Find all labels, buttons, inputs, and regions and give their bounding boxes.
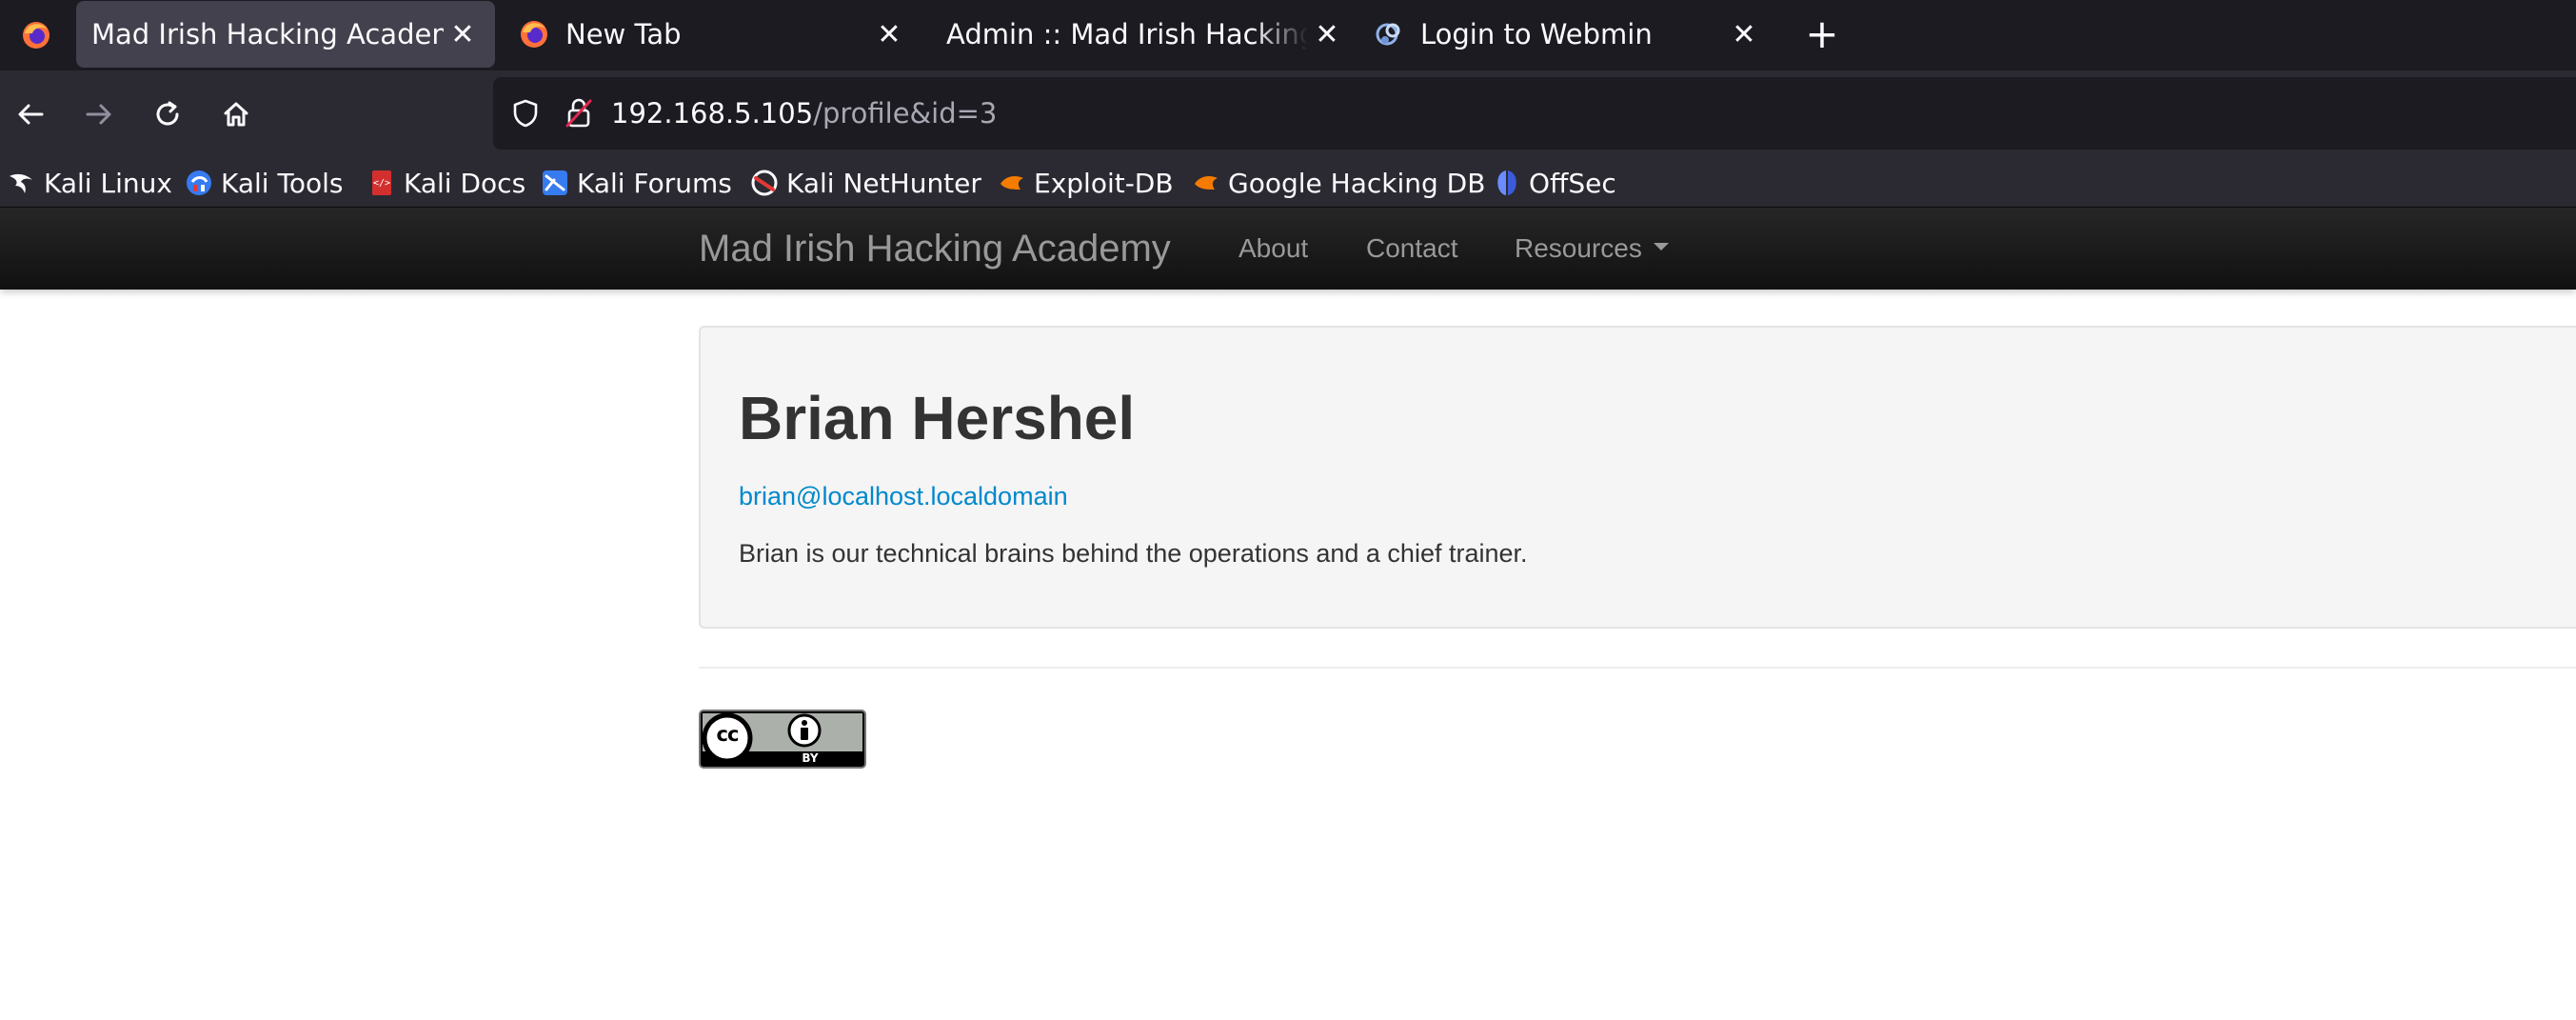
nethunter-icon bbox=[750, 169, 779, 197]
cc-by-license-badge[interactable]: cc BY bbox=[699, 710, 866, 769]
nav-dropdown-label: Resources bbox=[1515, 233, 1642, 263]
site-brand-link[interactable]: Mad Irish Hacking Academy bbox=[699, 208, 1171, 290]
tab-login-to-webmin[interactable]: Login to Webmin ✕ bbox=[1373, 0, 1773, 69]
nav-link-about[interactable]: About bbox=[1238, 208, 1308, 290]
webmin-icon bbox=[1373, 18, 1405, 50]
bookmark-label: Kali Forums bbox=[577, 167, 732, 199]
tab-title: Mad Irish Hacking Academy bbox=[91, 18, 444, 50]
url-path: /profile&id=3 bbox=[813, 97, 998, 130]
tab-title: Admin :: Mad Irish Hacking Academy bbox=[946, 18, 1308, 50]
home-icon[interactable] bbox=[213, 91, 259, 137]
close-tab-icon[interactable]: ✕ bbox=[870, 15, 908, 53]
profile-email-link[interactable]: brian@localhost.localdomain bbox=[739, 482, 1068, 511]
navigation-toolbar: 192.168.5.105/profile&id=3 bbox=[0, 70, 2576, 158]
kali-docs-icon: </> bbox=[367, 169, 396, 197]
tab-admin[interactable]: Admin :: Mad Irish Hacking Academy ✕ bbox=[946, 0, 1346, 69]
firefox-icon bbox=[518, 18, 550, 50]
tab-mad-irish-hacking-academy[interactable]: Mad Irish Hacking Academy ✕ bbox=[76, 1, 495, 68]
close-tab-icon[interactable]: ✕ bbox=[1308, 15, 1346, 53]
bookmark-label: Exploit-DB bbox=[1034, 167, 1174, 199]
cc-badge-cc-text: cc bbox=[716, 723, 740, 746]
shield-icon[interactable] bbox=[506, 94, 545, 132]
bookmark-google-hacking-db[interactable]: Google Hacking DB bbox=[1192, 158, 1485, 208]
footer-divider bbox=[699, 667, 2576, 669]
tab-title: New Tab bbox=[565, 18, 682, 50]
bookmarks-toolbar: Kali Linux Kali Tools </> Kali Docs Kali… bbox=[0, 158, 2576, 208]
offsec-icon bbox=[1493, 169, 1521, 197]
bookmark-kali-forums[interactable]: Kali Forums bbox=[541, 158, 732, 208]
new-tab-button[interactable]: + bbox=[1801, 13, 1843, 55]
bookmark-kali-nethunter[interactable]: Kali NetHunter bbox=[750, 158, 981, 208]
bookmark-label: Kali Tools bbox=[221, 167, 344, 199]
bookmark-label: Kali Linux bbox=[44, 167, 172, 199]
profile-name: Brian Hershel bbox=[739, 384, 1136, 452]
svg-text:</>: </> bbox=[373, 178, 390, 189]
forward-arrow-icon[interactable] bbox=[76, 91, 122, 137]
bookmark-label: Google Hacking DB bbox=[1228, 167, 1486, 199]
kali-tools-icon bbox=[185, 169, 213, 197]
url-bar[interactable]: 192.168.5.105/profile&id=3 bbox=[493, 77, 2576, 150]
url-host: 192.168.5.105 bbox=[611, 97, 814, 130]
bookmark-kali-docs[interactable]: </> Kali Docs bbox=[367, 158, 525, 208]
bookmark-label: Kali Docs bbox=[404, 167, 526, 199]
profile-bio: Brian is our technical brains behind the… bbox=[739, 539, 1528, 568]
firefox-view-icon[interactable] bbox=[0, 0, 72, 70]
exploitdb-icon bbox=[998, 169, 1026, 197]
ghdb-icon bbox=[1192, 169, 1220, 197]
bookmark-kali-linux[interactable]: Kali Linux bbox=[8, 158, 172, 208]
tab-new-tab[interactable]: New Tab ✕ bbox=[518, 0, 918, 69]
nav-link-contact[interactable]: Contact bbox=[1366, 208, 1458, 290]
tab-title: Login to Webmin bbox=[1420, 18, 1653, 50]
bookmark-label: OffSec bbox=[1529, 167, 1616, 199]
close-tab-icon[interactable]: ✕ bbox=[444, 15, 482, 53]
bookmark-kali-tools[interactable]: Kali Tools bbox=[185, 158, 343, 208]
nav-dropdown-resources[interactable]: Resources bbox=[1515, 208, 1669, 290]
insecure-lock-icon[interactable] bbox=[560, 94, 598, 132]
kali-forums-icon bbox=[541, 169, 569, 197]
reload-icon[interactable] bbox=[145, 91, 190, 137]
profile-card: Brian Hershel brian@localhost.localdomai… bbox=[699, 326, 2576, 629]
bookmark-offsec[interactable]: OffSec bbox=[1493, 158, 1616, 208]
cc-badge-by-text: BY bbox=[802, 751, 819, 765]
close-tab-icon[interactable]: ✕ bbox=[1725, 15, 1763, 53]
back-arrow-icon[interactable] bbox=[8, 91, 53, 137]
kali-dragon-icon bbox=[8, 169, 36, 197]
site-navbar: Mad Irish Hacking Academy About Contact … bbox=[0, 208, 2576, 290]
caret-down-icon bbox=[1653, 243, 1669, 250]
bookmark-label: Kali NetHunter bbox=[786, 167, 981, 199]
bookmark-exploit-db[interactable]: Exploit-DB bbox=[998, 158, 1174, 208]
url-text[interactable]: 192.168.5.105/profile&id=3 bbox=[611, 77, 997, 150]
tab-strip: Mad Irish Hacking Academy ✕ New Tab ✕ Ad… bbox=[0, 0, 2576, 70]
